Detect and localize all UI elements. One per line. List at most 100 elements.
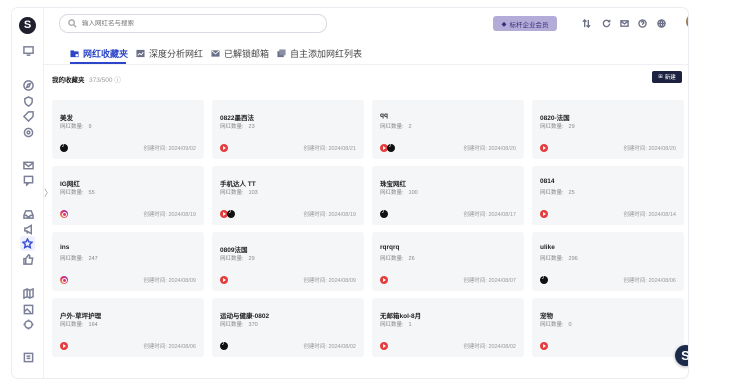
count-label: 网红数量: [60,256,84,262]
collection-card[interactable]: 无邮箱kol-8月 网红数量: 1 创建时间: 2024/08/02 [372,298,524,357]
platform-icons [380,342,388,350]
avatar[interactable] [686,14,688,29]
collection-card[interactable]: 运动与健康-0802 网红数量: 370 创建时间: 2024/08/02 [212,298,364,357]
card-count: 网红数量: 25 [540,188,575,196]
email-icon [211,49,220,58]
sort-icon[interactable] [581,18,591,28]
count-label: 网红数量: [380,256,404,262]
card-name: ins [60,244,70,251]
new-collection-button[interactable]: ⊞ 新建 [652,71,682,83]
tiktok-icon [60,143,68,152]
platform-icons [220,276,228,284]
tab-custom-list[interactable]: 自主添加网红列表 [277,44,362,62]
card-date: 创建时间: 2024/09/02 [143,144,196,152]
vip-badge[interactable]: ◆ 标杆企业会员 [493,16,557,31]
count-value: 29 [248,256,255,262]
image-icon[interactable] [21,302,35,316]
tab-label: 已解锁邮箱 [224,48,270,59]
count-label: 网红数量: [60,124,84,130]
star-icon[interactable] [20,236,35,251]
card-name: qq [380,112,388,119]
refresh-icon[interactable] [601,18,611,28]
card-name: 户外-草坪护理 [60,313,102,320]
date-value: 2024/08/14 [648,212,676,218]
card-count: 网红数量: 100 [380,188,418,196]
card-count: 网红数量: 2 [380,122,412,130]
tab-analysis[interactable]: 深度分析网红 [136,44,203,62]
mail-icon[interactable] [21,158,35,172]
add-icon: ⊞ [658,74,663,80]
search-icon [68,19,77,28]
search-input[interactable] [82,20,302,27]
collection-card[interactable]: ulike 网红数量: 296 创建时间: 2024/08/06 [532,232,684,291]
date-label: 创建时间: [623,146,647,152]
date-value: 2024/08/02 [488,344,516,350]
collection-card[interactable]: 宠物 网红数量: 0 [532,298,684,357]
card-name: 0820-法国 [540,115,570,122]
count-value: 247 [88,256,98,262]
collection-card[interactable]: 手机达人 TT 网红数量: 103 创建时间: 2024/08/19 [212,166,364,225]
youtube-icon [220,276,228,284]
search-box[interactable] [59,14,327,33]
date-label: 创建时间: [303,344,327,350]
tab-unlocked-emails[interactable]: 已解锁邮箱 [211,44,269,62]
monitor-icon[interactable] [21,43,35,57]
collection-card[interactable]: ins 网红数量: 247 创建时间: 2024/08/09 [52,232,204,291]
card-name: 手机达人 TT [220,181,256,188]
card-name: 0822墨西法 [220,115,254,122]
thumb-icon[interactable] [21,252,35,266]
globe-icon[interactable] [656,18,666,28]
folder-icon [70,49,79,58]
tab-divider [44,64,688,65]
collection-card[interactable]: 0822墨西法 网红数量: 23 创建时间: 2024/08/21 [212,100,364,159]
sidebar: S [12,8,44,378]
tiktok-icon [380,209,388,218]
doc-icon[interactable] [21,350,35,364]
map-icon[interactable] [21,286,35,300]
collection-card[interactable]: qq 网红数量: 2 创建时间: 2024/08/20 [372,100,524,159]
count-value: 9 [88,124,92,130]
card-name: rqrqrq [380,244,400,251]
collection-card[interactable]: 户外-草坪护理 网红数量: 164 创建时间: 2024/08/06 [52,298,204,357]
top-bar: ◆ 标杆企业会员 [44,8,688,46]
card-date: 创建时间: 2024/08/02 [303,342,356,350]
date-value: 2024/08/06 [168,344,196,350]
card-count: 网红数量: 29 [540,122,575,130]
mail-icon[interactable] [619,18,629,28]
card-date: 创建时间: 2024/08/21 [303,144,356,152]
chat-icon[interactable] [21,173,35,187]
app-logo[interactable]: S [19,17,36,34]
card-date: 创建时间: 2024/08/06 [623,276,676,284]
collection-card[interactable]: rqrqrq 网红数量: 26 创建时间: 2024/08/07 [372,232,524,291]
collection-card[interactable]: 珠宝网红网红数量: 100 创建时间: 2024/08/17 [372,166,524,225]
platform-icons [60,276,68,284]
count-value: 26 [408,256,415,262]
help-icon[interactable] [637,18,647,28]
youtube-icon [380,342,388,350]
inbox-icon[interactable] [21,207,35,221]
settings-icon[interactable] [21,125,35,139]
tiktok-icon [227,209,235,218]
tab-favorites[interactable]: 网红收藏夹 [70,44,128,62]
collection-card[interactable]: 美发网红数量: 9 创建时间: 2024/09/02 [52,100,204,159]
card-count: 网红数量: 26 [380,254,415,262]
collection-card[interactable]: IG网红 网红数量: 55 创建时间: 2024/08/19 [52,166,204,225]
megaphone-icon[interactable] [21,222,35,236]
compass-icon[interactable] [21,78,35,92]
card-date: 创建时间: 2024/08/02 [463,342,516,350]
collection-card[interactable]: 0809法国 网红数量: 29 创建时间: 2024/08/09 [212,232,364,291]
card-name: 0809法国 [220,247,248,254]
date-label: 创建时间: [463,146,487,152]
collection-card[interactable]: 0820-法国 网红数量: 29 创建时间: 2024/08/20 [532,100,684,159]
collection-card[interactable]: 0814 网红数量: 25 创建时间: 2024/08/14 [532,166,684,225]
tiktok-icon [387,143,395,152]
target-icon[interactable] [21,317,35,331]
shield-icon[interactable] [21,94,35,108]
instagram-icon [60,210,68,218]
list-icon [277,48,286,58]
tab-label: 网红收藏夹 [83,48,129,59]
tag-icon[interactable] [21,109,35,123]
count-label: 网红数量: [220,190,244,196]
count-label: 网红数量: [220,256,244,262]
support-chat-button[interactable]: S [675,345,688,366]
